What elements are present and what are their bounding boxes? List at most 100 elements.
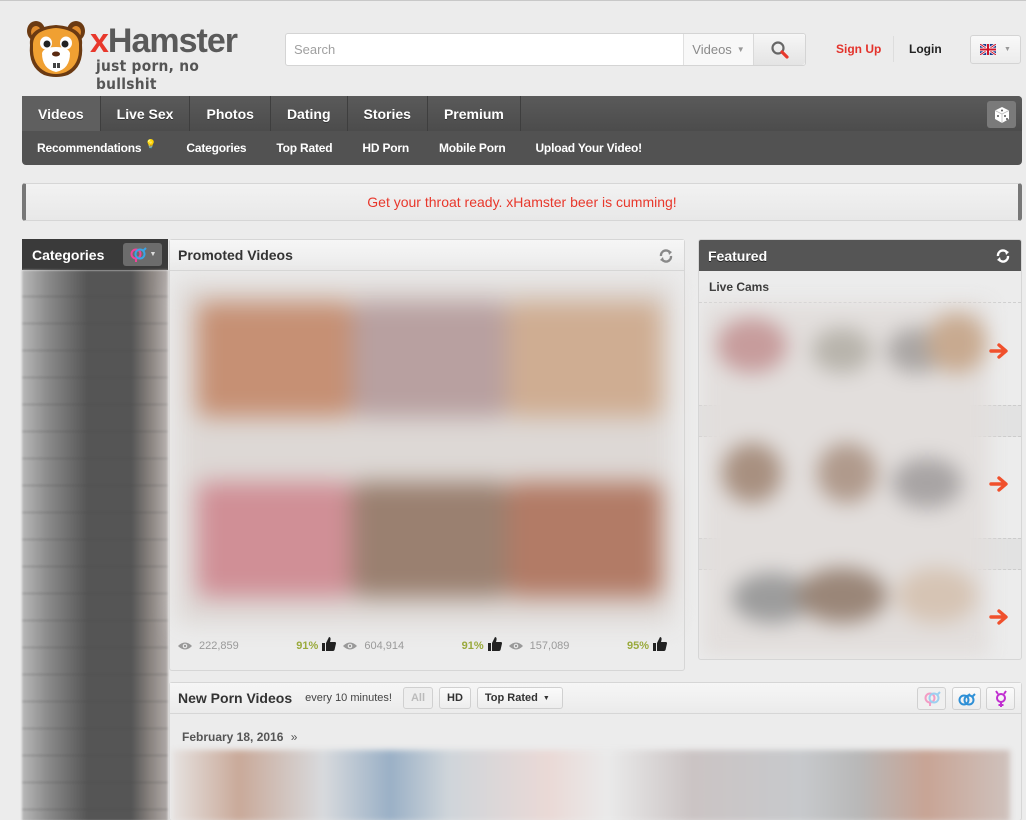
- promoted-video-thumbnails[interactable]: [177, 282, 673, 624]
- promo-banner[interactable]: Get your throat ready. xHamster beer is …: [22, 183, 1022, 221]
- category-item[interactable]: [22, 378, 168, 405]
- cam-thumbnail[interactable]: [722, 443, 782, 503]
- tab-dating[interactable]: Dating: [271, 96, 348, 131]
- subnav-recommendations[interactable]: Recommendations 💡: [37, 139, 157, 156]
- chevron-down-icon: ▼: [149, 251, 157, 258]
- category-item[interactable]: [22, 432, 168, 459]
- brand-tagline: just porn, no bullshit: [96, 57, 200, 93]
- filter-hd-button[interactable]: HD: [439, 687, 471, 709]
- brand-name: xHamster: [90, 22, 238, 60]
- subnav-categories[interactable]: Categories: [186, 141, 246, 155]
- search-input[interactable]: [286, 34, 683, 65]
- gender-symbols-icon: [130, 246, 147, 262]
- refresh-icon[interactable]: [995, 248, 1011, 264]
- video-thumbnail[interactable]: [507, 302, 662, 417]
- cam-thumbnail[interactable]: [892, 458, 962, 508]
- site-logo[interactable]: xHamster just porn, no bullshit: [24, 19, 264, 93]
- category-item[interactable]: [22, 459, 168, 486]
- video-thumbnail[interactable]: [197, 302, 352, 417]
- tab-videos[interactable]: Videos: [22, 96, 101, 131]
- category-item[interactable]: [22, 540, 168, 567]
- category-item[interactable]: [22, 729, 168, 756]
- subnav-upload-video[interactable]: Upload Your Video!: [535, 141, 642, 155]
- thumbs-up-icon: [487, 637, 502, 651]
- video-stat: 157,089 95%: [508, 634, 673, 658]
- category-item[interactable]: [22, 648, 168, 675]
- sign-up-link[interactable]: Sign Up: [836, 42, 881, 56]
- subnav-top-rated[interactable]: Top Rated: [276, 141, 332, 155]
- live-cams-label: Live Cams: [699, 271, 1021, 303]
- gay-gender-icon: [958, 692, 976, 705]
- category-item[interactable]: [22, 513, 168, 540]
- category-item[interactable]: [22, 351, 168, 378]
- tab-live-sex[interactable]: Live Sex: [101, 96, 191, 131]
- search-bar: Videos ▼: [285, 33, 806, 66]
- category-item[interactable]: [22, 405, 168, 432]
- video-thumbnail[interactable]: [352, 482, 507, 597]
- video-thumbnail[interactable]: [507, 482, 662, 597]
- promoted-videos-panel: Promoted Videos 222,859 91% 604,914 91% …: [169, 239, 685, 671]
- category-item[interactable]: [22, 756, 168, 783]
- dice-icon: [994, 106, 1009, 123]
- random-video-button[interactable]: [987, 101, 1016, 128]
- filter-all-button[interactable]: All: [402, 687, 433, 709]
- eye-icon: [343, 642, 358, 650]
- search-scope-dropdown[interactable]: Videos ▼: [683, 34, 753, 65]
- subnav-hd-porn[interactable]: HD Porn: [362, 141, 409, 155]
- uk-flag-icon: [980, 44, 997, 55]
- language-selector[interactable]: ▼: [970, 35, 1021, 64]
- category-item[interactable]: [22, 486, 168, 513]
- refresh-icon[interactable]: [658, 248, 674, 264]
- subnav-recommendations-label: Recommendations: [37, 141, 142, 155]
- new-video-thumbnails[interactable]: [172, 750, 1010, 820]
- subnav-mobile-porn[interactable]: Mobile Porn: [439, 141, 506, 155]
- video-stat: 604,914 91%: [342, 634, 507, 658]
- category-item[interactable]: [22, 675, 168, 702]
- category-item[interactable]: [22, 297, 168, 324]
- cam-thumbnail[interactable]: [897, 568, 977, 623]
- category-item[interactable]: [22, 783, 168, 810]
- cam-thumbnail[interactable]: [797, 568, 887, 623]
- new-videos-subtitle: every 10 minutes!: [305, 692, 392, 704]
- primary-tabs: Videos Live Sex Photos Dating Stories Pr…: [22, 96, 1022, 131]
- login-link[interactable]: Login: [909, 42, 942, 56]
- category-item[interactable]: [22, 594, 168, 621]
- video-thumbnail[interactable]: [197, 482, 352, 597]
- transgender-icon: [994, 689, 1007, 707]
- promoted-videos-header: Promoted Videos: [170, 240, 684, 271]
- category-item[interactable]: [22, 324, 168, 351]
- categories-title: Categories: [32, 246, 105, 263]
- search-button[interactable]: [753, 34, 805, 65]
- arrow-right-icon[interactable]: [989, 342, 1011, 360]
- tab-stories[interactable]: Stories: [348, 96, 428, 131]
- orientation-filter-dropdown[interactable]: ▼: [123, 243, 162, 266]
- tab-premium[interactable]: Premium: [428, 96, 521, 131]
- tab-photos[interactable]: Photos: [190, 96, 271, 131]
- categories-list[interactable]: [22, 270, 168, 820]
- thumbs-up-icon: [652, 637, 667, 651]
- arrow-right-icon[interactable]: [989, 608, 1011, 626]
- orientation-straight-button[interactable]: [917, 687, 946, 710]
- thumbs-up-icon: [322, 637, 337, 651]
- sort-dropdown[interactable]: Top Rated ▼: [476, 687, 563, 709]
- promoted-video-stats: 222,859 91% 604,914 91% 157,089 95%: [177, 634, 673, 658]
- chevron-down-icon: ▼: [1004, 46, 1011, 53]
- live-cam-thumbnails[interactable]: [702, 303, 989, 657]
- date-heading[interactable]: February 18, 2016 »: [182, 730, 297, 744]
- eye-icon: [178, 642, 192, 650]
- cam-thumbnail[interactable]: [817, 443, 877, 503]
- search-scope-label: Videos: [692, 42, 732, 57]
- category-item[interactable]: [22, 621, 168, 648]
- cam-thumbnail[interactable]: [812, 328, 872, 373]
- cam-thumbnail[interactable]: [717, 318, 787, 373]
- categories-sidebar: Categories ▼: [22, 239, 168, 820]
- category-item[interactable]: [22, 567, 168, 594]
- chevron-down-icon: ▼: [542, 694, 550, 702]
- category-item[interactable]: [22, 702, 168, 729]
- orientation-gay-button[interactable]: [952, 687, 981, 710]
- arrow-right-icon[interactable]: [989, 475, 1011, 493]
- category-item[interactable]: [22, 270, 168, 297]
- video-thumbnail[interactable]: [352, 302, 507, 417]
- orientation-transgender-button[interactable]: [986, 687, 1015, 710]
- cam-thumbnail[interactable]: [927, 313, 987, 373]
